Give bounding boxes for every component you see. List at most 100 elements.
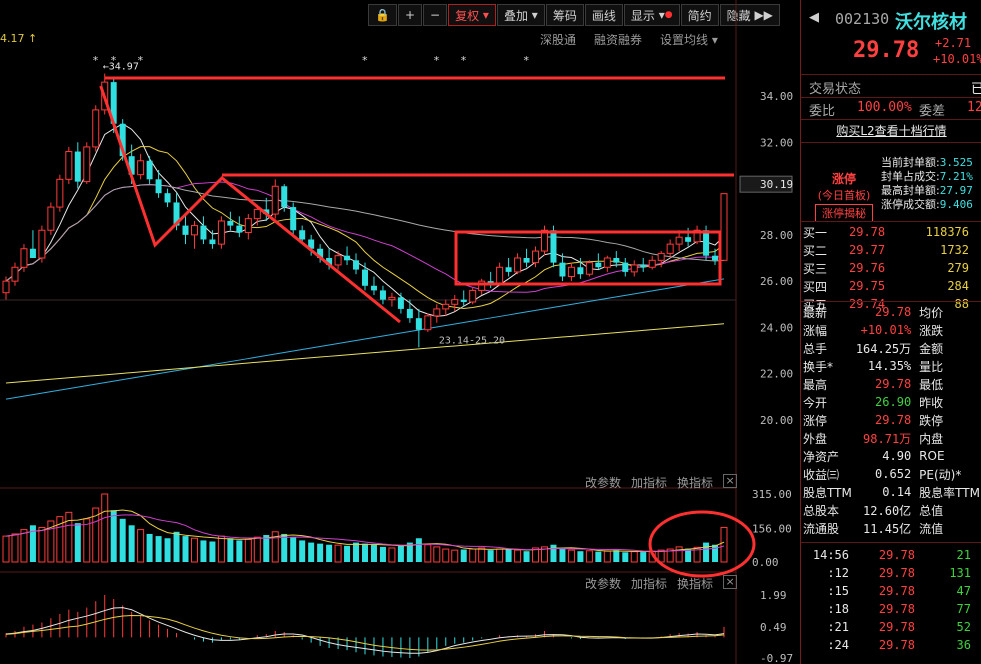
volume-bar-up	[603, 550, 611, 563]
macd-switch-indicator[interactable]: 换指标	[677, 575, 713, 592]
volume-bar-down	[550, 544, 557, 562]
candle-body-up	[190, 225, 198, 236]
candle-body-up	[244, 218, 252, 234]
macd-edit-params[interactable]: 改参数	[585, 575, 621, 592]
volume-bar-up	[496, 548, 504, 563]
event-star-icon: *	[524, 54, 530, 67]
candle-body-down	[164, 193, 171, 203]
tick-row: :12 29.78 131	[801, 564, 973, 582]
tick-row: 14:56 29.78 21	[801, 546, 973, 564]
stock-name: 沃尔核材	[895, 12, 967, 33]
quote-label: 流通股	[803, 521, 840, 536]
quote-label: 涨幅	[803, 323, 828, 338]
quote-row: 今开26.90昨收2	[801, 393, 981, 411]
l2-link-row: 购买L2查看十档行情	[801, 122, 981, 140]
price-tick-label: 24.00	[760, 321, 793, 334]
macd-tick-label: 1.99	[760, 589, 787, 602]
candle-body-down	[236, 225, 243, 233]
ma250-line	[5, 323, 725, 384]
candle-body-down	[146, 160, 153, 180]
trade-status-row: 交易状态 已	[809, 82, 981, 97]
volume-bar-down	[128, 525, 135, 562]
volume-bar-down	[227, 538, 234, 562]
tick-time: :12	[827, 566, 849, 580]
price-change-pct: +10.01%	[933, 52, 981, 66]
candle-body-up	[657, 252, 665, 261]
tick-list: 14:56 29.78 21:12 29.78 131:15 29.78 47:18 29.7…	[801, 546, 981, 654]
limit-up-block: 涨停 (今日首板) 涨停揭秘 当前封单额:3.525 封单占成交:7.21% 最…	[801, 156, 981, 222]
volume-bar-down	[703, 542, 710, 562]
tick-volume: 131	[949, 566, 971, 580]
quote-label: 流值	[919, 521, 944, 536]
tick-volume: 52	[956, 620, 971, 634]
volume-bar-down	[155, 536, 162, 562]
candle-body-up	[567, 266, 575, 278]
close-icon[interactable]: ×	[723, 474, 738, 488]
volume-bar-up	[567, 549, 575, 563]
tick-time: :18	[827, 602, 849, 616]
volume-bar-up	[253, 536, 261, 563]
quote-label: 今开	[803, 395, 828, 410]
quote-row: 总手164.25万金额47	[801, 339, 981, 357]
quote-row: 外盘98.71万内盘65	[801, 429, 981, 447]
price-tick-label: 22.00	[760, 368, 793, 381]
limit-up-reveal-button[interactable]: 涨停揭秘	[815, 204, 873, 222]
range-label: 23.14-25.20	[439, 335, 505, 346]
weibi-value: 100.00%	[857, 100, 912, 115]
macd-add-indicator[interactable]: 加指标	[631, 575, 667, 592]
divider	[801, 221, 981, 222]
volume-bar-up	[101, 493, 109, 563]
candle-body-up	[271, 185, 279, 215]
quote-label: 涨停	[803, 413, 828, 428]
candle-body-down	[227, 220, 234, 226]
level-label: 买三	[803, 261, 828, 276]
candle-body-down	[290, 207, 297, 231]
volume-bar-up	[38, 526, 46, 563]
weicha-value: 12	[967, 100, 981, 115]
volume-bar-down	[164, 538, 171, 562]
candle-body-up	[253, 208, 261, 220]
volume-bar-down	[110, 510, 117, 562]
volume-edit-params[interactable]: 改参数	[585, 474, 621, 491]
quote-label: PE(动)*	[919, 467, 962, 482]
volume-bar-down	[559, 549, 566, 562]
quote-label: 涨跌	[919, 323, 944, 338]
volume-bar-down	[487, 550, 494, 562]
candle-body-up	[20, 248, 28, 268]
kline-chart-area[interactable]: 4.17 ↑ 🔒 + − 复权 ▾ 叠加 ▾ 筹码 画线 显示 ▾ ● 简约 隐藏…	[0, 0, 798, 664]
volume-bar-down	[317, 543, 324, 562]
back-arrow-icon[interactable]: ◀	[809, 10, 819, 25]
quote-label: 内盘	[919, 431, 944, 446]
tick-row: :21 29.78 52	[801, 618, 973, 636]
volume-add-indicator[interactable]: 加指标	[631, 474, 667, 491]
order-book: 买一 29.78 118376 买二 29.77 1732 买三 29.76 279 买四 29.7…	[801, 223, 981, 313]
tick-price: 29.78	[878, 566, 915, 580]
quote-value: 29.78	[875, 305, 912, 319]
close-icon[interactable]: ×	[723, 575, 738, 589]
candle-body-down	[209, 239, 216, 245]
price-change: +2.71	[935, 36, 972, 50]
volume-bar-up	[388, 547, 396, 563]
buy-l2-link[interactable]: 购买L2查看十档行情	[836, 124, 946, 138]
volume-bar-up	[137, 529, 145, 563]
divider	[801, 301, 981, 302]
quote-value: 11.45亿	[863, 521, 912, 536]
quote-label: 收益㈢	[803, 467, 840, 482]
volume-bar-down	[397, 545, 404, 562]
tick-time: :21	[827, 620, 849, 634]
divider	[801, 542, 981, 543]
candle-body-up	[603, 257, 611, 268]
volume-bar-down	[505, 549, 512, 562]
candle-body-up	[496, 266, 504, 284]
price-tick-label: 20.00	[760, 414, 793, 427]
quote-label: 昨收	[919, 395, 944, 410]
volume-bar-up	[65, 511, 73, 563]
volume-switch-indicator[interactable]: 换指标	[677, 474, 713, 491]
quote-label: 金额	[919, 341, 944, 356]
candle-body-down	[550, 230, 557, 263]
quote-label: 股息TTM	[803, 485, 852, 500]
candle-body-up	[65, 151, 73, 180]
candle-body-down	[370, 285, 377, 291]
limit-row: 最高封单额:27.97	[881, 184, 973, 197]
candle-body-down	[523, 258, 530, 263]
